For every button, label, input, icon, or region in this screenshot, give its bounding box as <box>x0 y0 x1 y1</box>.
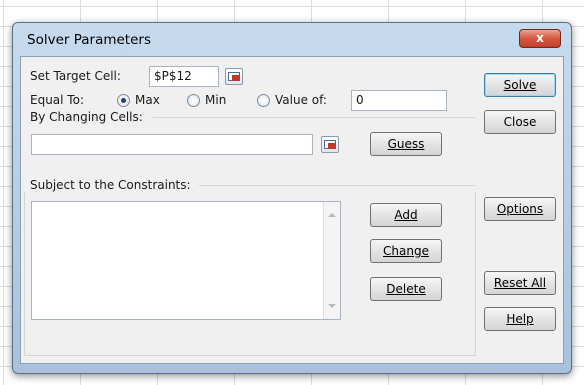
min-radio[interactable] <box>187 94 200 107</box>
value-of-radio[interactable] <box>257 94 270 107</box>
close-icon: x <box>536 31 544 45</box>
equal-to-label: Equal To: <box>30 93 84 107</box>
solve-button-label: Solve <box>503 78 537 92</box>
value-of-label: Value of: <box>275 93 327 107</box>
changing-cells-collapse-button[interactable] <box>321 136 339 153</box>
dialog-title: Solver Parameters <box>27 32 151 48</box>
constraints-scrollbar[interactable] <box>323 202 340 319</box>
reset-all-button[interactable]: Reset All <box>484 271 556 295</box>
solver-parameters-dialog: Solver Parameters x Set Target Cell: $P$… <box>12 22 572 374</box>
options-button[interactable]: Options <box>484 197 556 221</box>
by-changing-cells-label: By Changing Cells: <box>30 110 143 124</box>
scroll-up-icon[interactable] <box>328 213 336 217</box>
change-button-label: Change <box>383 244 429 258</box>
changing-group-line <box>153 117 475 118</box>
close-button-label: Close <box>503 115 537 129</box>
max-radio[interactable] <box>117 94 130 107</box>
dialog-client-area: Set Target Cell: $P$12 Equal To: Max Min… <box>20 56 564 364</box>
target-cell-collapse-button[interactable] <box>225 68 243 85</box>
changing-cells-input[interactable] <box>31 134 313 155</box>
constraints-group-line <box>199 185 475 186</box>
title-bar[interactable]: Solver Parameters x <box>13 23 571 57</box>
reset-all-button-label: Reset All <box>493 276 547 290</box>
constraints-listbox[interactable] <box>31 201 341 320</box>
value-of-value: 0 <box>356 93 364 107</box>
close-button[interactable]: Close <box>484 110 556 134</box>
window-close-button[interactable]: x <box>519 29 561 48</box>
value-of-input[interactable]: 0 <box>351 90 447 111</box>
solve-button[interactable]: Solve <box>484 73 556 97</box>
guess-button[interactable]: Guess <box>370 132 442 156</box>
target-cell-input[interactable]: $P$12 <box>149 66 219 87</box>
min-label: Min <box>205 93 227 107</box>
target-cell-value: $P$12 <box>154 69 192 83</box>
add-button[interactable]: Add <box>370 203 442 227</box>
change-button[interactable]: Change <box>370 239 442 263</box>
help-button-label: Help <box>506 312 534 326</box>
max-label: Max <box>135 93 160 107</box>
delete-button[interactable]: Delete <box>370 277 442 301</box>
options-button-label: Options <box>496 202 544 216</box>
set-target-cell-label: Set Target Cell: <box>30 69 121 83</box>
add-button-label: Add <box>394 208 418 222</box>
delete-button-label: Delete <box>386 282 426 296</box>
guess-button-label: Guess <box>387 137 425 151</box>
constraints-label: Subject to the Constraints: <box>30 178 191 192</box>
help-button[interactable]: Help <box>484 307 556 331</box>
scroll-down-icon[interactable] <box>328 304 336 308</box>
